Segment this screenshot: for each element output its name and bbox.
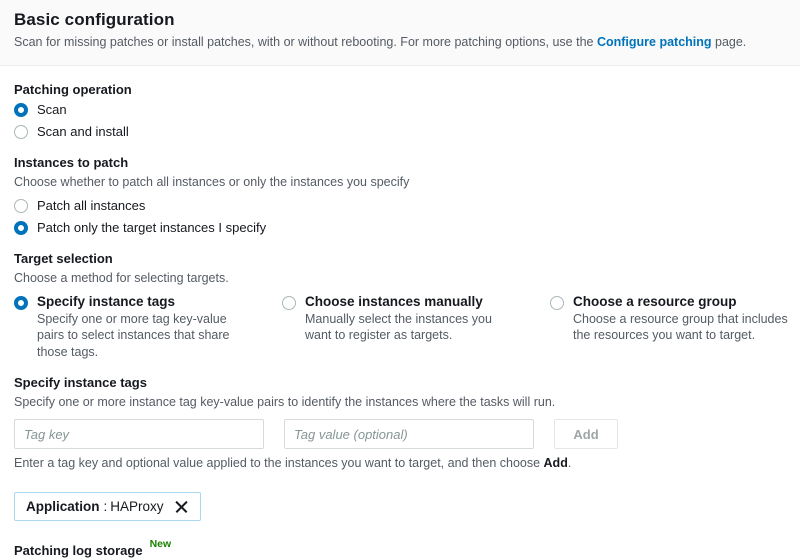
radio-label-scan: Scan: [37, 101, 67, 117]
specify-instance-tags-hint: Specify one or more instance tag key-val…: [14, 395, 556, 410]
radio-icon-choose-instances-manually[interactable]: [282, 295, 296, 310]
panel-body: Patching operation Scan Scan and install…: [0, 66, 800, 558]
panel-description-text-after: page.: [711, 35, 747, 49]
instances-to-patch-group: Instances to patch Choose whether to pat…: [14, 155, 786, 237]
panel-description: Scan for missing patches or install patc…: [14, 34, 786, 51]
tag-chip-list: Application : HAProxy: [14, 491, 786, 521]
instances-to-patch-label: Instances to patch: [14, 154, 129, 170]
target-option-title-choose-resource-group: Choose a resource group: [573, 293, 737, 309]
radio-icon-scan-and-install[interactable]: [14, 125, 28, 140]
patching-operation-label: Patching operation: [14, 82, 132, 97]
tag-chip-value: HAProxy: [110, 498, 164, 514]
radio-icon-choose-resource-group[interactable]: [550, 295, 564, 310]
add-tag-button[interactable]: Add: [554, 419, 618, 449]
target-option-title-specify-instance-tags: Specify instance tags: [37, 293, 176, 309]
target-selection-hint: Choose a method for selecting targets.: [14, 270, 229, 285]
radio-icon-patch-target-instances[interactable]: [14, 221, 28, 236]
target-option-description-specify-instance-tags: Specify one or more tag key-value pairs …: [37, 311, 230, 360]
target-option-content-choose-resource-group: Choose a resource group Choose a resourc…: [573, 293, 788, 345]
page-title: Basic configuration: [14, 10, 175, 29]
patching-log-storage-label: Patching log storage: [14, 542, 143, 558]
radio-label-patch-all-instances: Patch all instances: [37, 197, 146, 213]
target-option-description-choose-instances-manually: Manually select the instances you want t…: [305, 311, 492, 343]
tag-helper-text-after: .: [567, 456, 572, 470]
target-selection-group: Target selection Choose a method for sel…: [14, 250, 788, 362]
panel-description-text-before: Scan for missing patches or install patc…: [14, 35, 597, 49]
target-selection-label: Target selection: [14, 250, 113, 266]
radio-icon-specify-instance-tags[interactable]: [14, 295, 28, 310]
target-selection-options: Specify instance tags Specify one or mor…: [14, 293, 788, 362]
radio-option-patch-all-instances[interactable]: Patch all instances: [14, 197, 786, 215]
instances-to-patch-hint: Choose whether to patch all instances or…: [14, 174, 410, 189]
patching-log-storage-section: Patching log storage New: [14, 538, 786, 558]
panel-header: Basic configuration Scan for missing pat…: [0, 0, 800, 66]
tag-helper-text-before: Enter a tag key and optional value appli…: [14, 456, 544, 470]
tag-helper-text: Enter a tag key and optional value appli…: [14, 455, 786, 472]
tag-key-input[interactable]: [14, 419, 264, 449]
specify-instance-tags-group: Specify instance tags Specify one or mor…: [14, 375, 786, 521]
radio-option-scan-and-install[interactable]: Scan and install: [14, 123, 786, 141]
new-badge: New: [149, 537, 172, 550]
radio-label-scan-and-install: Scan and install: [37, 124, 129, 140]
target-option-title-choose-instances-manually: Choose instances manually: [305, 293, 483, 309]
tag-helper-text-emphasis: Add: [543, 456, 568, 470]
radio-label-patch-target-instances: Patch only the target instances I specif…: [37, 220, 267, 236]
close-icon[interactable]: [174, 499, 189, 514]
patching-operation-group: Patching operation Scan Scan and install: [14, 82, 786, 141]
specify-instance-tags-label: Specify instance tags: [14, 375, 147, 391]
radio-option-patch-target-instances[interactable]: Patch only the target instances I specif…: [14, 219, 786, 237]
target-option-content-specify-instance-tags: Specify instance tags Specify one or mor…: [37, 293, 252, 362]
configure-patching-link[interactable]: Configure patching: [597, 35, 712, 49]
radio-icon-patch-all-instances[interactable]: [14, 198, 28, 213]
tag-chip-key: Application: [26, 498, 100, 514]
radio-option-choose-resource-group[interactable]: Choose a resource group Choose a resourc…: [550, 293, 800, 345]
radio-option-scan[interactable]: Scan: [14, 101, 786, 119]
target-option-content-choose-instances-manually: Choose instances manually Manually selec…: [305, 293, 520, 345]
target-option-description-choose-resource-group: Choose a resource group that includes th…: [573, 311, 788, 343]
radio-option-choose-instances-manually[interactable]: Choose instances manually Manually selec…: [282, 293, 550, 345]
tag-chip-separator: :: [103, 498, 108, 514]
radio-icon-scan[interactable]: [14, 102, 28, 117]
radio-option-specify-instance-tags[interactable]: Specify instance tags Specify one or mor…: [14, 293, 282, 362]
tag-chip: Application : HAProxy: [14, 491, 201, 521]
tag-value-input[interactable]: [284, 419, 534, 449]
tag-inputs-row: Add: [14, 419, 786, 449]
